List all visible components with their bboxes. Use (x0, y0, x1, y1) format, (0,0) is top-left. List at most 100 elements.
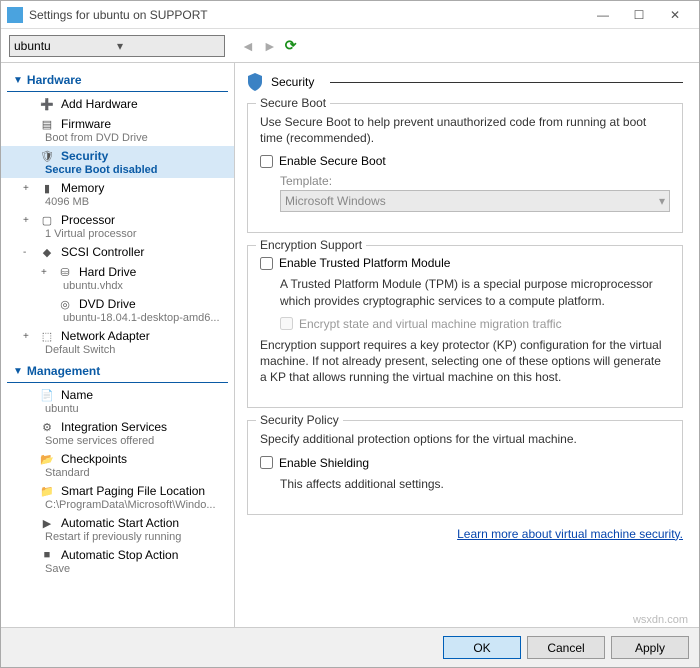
sidebar-item-label: Checkpoints (61, 452, 127, 466)
kp-desc: Encryption support requires a key protec… (260, 337, 670, 386)
sidebar-item-sub: C:\ProgramData\Microsoft\Windo... (23, 499, 230, 511)
refresh-button[interactable]: ⟳ (285, 37, 297, 54)
sidebar-item-automatic-stop-action[interactable]: ■Automatic Stop ActionSave (1, 545, 234, 577)
chevron-down-icon: ▾ (659, 194, 665, 208)
section-title: Security (247, 73, 683, 91)
automatic-stop-action-icon: ■ (39, 547, 55, 563)
shielding-sub: This affects additional settings. (280, 476, 670, 492)
enable-tpm-checkbox[interactable] (260, 257, 273, 270)
template-select: Microsoft Windows ▾ (280, 190, 670, 212)
enable-shielding-checkbox[interactable] (260, 456, 273, 469)
close-button[interactable]: ✕ (657, 1, 693, 29)
hardware-header[interactable]: ▼ Hardware (7, 69, 228, 92)
sidebar-item-dvd-drive[interactable]: ◎DVD Driveubuntu-18.04.1-desktop-amd6... (1, 294, 234, 326)
secure-boot-desc: Use Secure Boot to help prevent unauthor… (260, 114, 670, 146)
sidebar-item-automatic-start-action[interactable]: ▶Automatic Start ActionRestart if previo… (1, 513, 234, 545)
sidebar-item-sub: Restart if previously running (23, 531, 230, 543)
learn-more-link[interactable]: Learn more about virtual machine securit… (247, 527, 683, 541)
maximize-button[interactable]: ☐ (621, 1, 657, 29)
vm-selector[interactable]: ubuntu ▾ (9, 35, 225, 57)
tree-expander-icon[interactable]: - (23, 247, 33, 258)
enable-shielding-label: Enable Shielding (279, 456, 369, 470)
hardware-header-label: Hardware (27, 73, 82, 87)
content-pane: Security Secure Boot Use Secure Boot to … (235, 63, 699, 627)
hard-drive-icon: ⛁ (57, 264, 73, 280)
security-policy-legend: Security Policy (256, 413, 343, 427)
minimize-button[interactable]: — (585, 1, 621, 29)
sidebar-item-sub: Standard (23, 467, 230, 479)
titlebar: Settings for ubuntu on SUPPORT — ☐ ✕ (1, 1, 699, 29)
enable-secure-boot-checkbox[interactable] (260, 155, 273, 168)
sidebar-item-label: Firmware (61, 117, 111, 131)
sidebar-item-firmware[interactable]: ▤FirmwareBoot from DVD Drive (1, 114, 234, 146)
sidebar-item-add-hardware[interactable]: ➕Add Hardware (1, 94, 234, 114)
sidebar-item-sub: Default Switch (23, 344, 230, 356)
sidebar-item-sub: 1 Virtual processor (23, 228, 230, 240)
sidebar-item-label: Integration Services (61, 420, 167, 434)
sidebar-item-label: Memory (61, 181, 104, 195)
sidebar-item-scsi-controller[interactable]: -◆ SCSI Controller (1, 242, 234, 262)
main-body: ▼ Hardware ➕Add Hardware▤FirmwareBoot fr… (1, 63, 699, 627)
sidebar-item-smart-paging-file-location[interactable]: 📁Smart Paging File LocationC:\ProgramDat… (1, 481, 234, 513)
sidebar-item-security[interactable]: 🛡SecuritySecure Boot disabled (1, 146, 234, 178)
sidebar-item-sub: ubuntu-18.04.1-desktop-amd6... (41, 312, 230, 324)
section-title-text: Security (271, 75, 314, 89)
sidebar-item-label: Hard Drive (79, 265, 136, 279)
sidebar-item-label: Processor (61, 213, 115, 227)
apply-button[interactable]: Apply (611, 636, 689, 659)
encryption-group: Encryption Support Enable Trusted Platfo… (247, 245, 683, 408)
sidebar-item-name[interactable]: 📄 Nameubuntu (1, 385, 234, 417)
tree-expander-icon[interactable]: + (41, 267, 51, 278)
sidebar-item-sub: 4096 MB (23, 196, 230, 208)
sidebar-item-sub: Boot from DVD Drive (23, 132, 230, 144)
collapse-icon[interactable]: ▼ (13, 75, 23, 86)
name-icon: 📄 (39, 387, 55, 403)
ok-button[interactable]: OK (443, 636, 521, 659)
smart-paging-file-location-icon: 📁 (39, 483, 55, 499)
vm-selector-value: ubuntu (14, 39, 117, 53)
sidebar-item-integration-services[interactable]: ⚙Integration ServicesSome services offer… (1, 417, 234, 449)
template-label: Template: (280, 174, 670, 188)
encrypt-state-checkbox (280, 317, 293, 330)
sidebar-item-label: Security (61, 149, 108, 163)
cancel-button[interactable]: Cancel (527, 636, 605, 659)
tree-expander-icon[interactable]: + (23, 331, 33, 342)
sidebar-item-checkpoints[interactable]: 📂CheckpointsStandard (1, 449, 234, 481)
app-icon (7, 7, 23, 23)
scsi-controller-icon: ◆ (39, 244, 55, 260)
secure-boot-legend: Secure Boot (256, 96, 330, 110)
encryption-legend: Encryption Support (256, 238, 366, 252)
sidebar-item-processor[interactable]: + ▢ Processor1 Virtual processor (1, 210, 234, 242)
memory-icon: ▮ (39, 180, 55, 196)
chevron-down-icon: ▾ (117, 39, 220, 53)
forward-button[interactable]: ► (263, 38, 277, 54)
sidebar-item-sub: Secure Boot disabled (23, 164, 230, 176)
sidebar-item-sub: ubuntu.vhdx (41, 280, 230, 292)
encrypt-state-label: Encrypt state and virtual machine migrat… (299, 317, 562, 331)
sidebar-item-memory[interactable]: + ▮ Memory4096 MB (1, 178, 234, 210)
divider (330, 82, 683, 83)
sidebar-item-label: Automatic Start Action (61, 516, 179, 530)
security-policy-group: Security Policy Specify additional prote… (247, 420, 683, 514)
network-adapter-icon: ⬚ (39, 328, 55, 344)
sidebar-item-sub: ubuntu (23, 403, 230, 415)
sidebar-item-network-adapter[interactable]: +⬚Network AdapterDefault Switch (1, 326, 234, 358)
footer: OK Cancel Apply (1, 627, 699, 667)
management-header[interactable]: ▼ Management (7, 360, 228, 383)
sidebar-item-label: Name (61, 388, 93, 402)
sidebar-item-label: DVD Drive (79, 297, 136, 311)
tree-expander-icon[interactable]: + (23, 183, 33, 194)
processor-icon: ▢ (39, 212, 55, 228)
shield-icon (247, 73, 263, 91)
toolbar: ubuntu ▾ ◄ ► ⟳ (1, 29, 699, 63)
sidebar-item-hard-drive[interactable]: + ⛁ Hard Driveubuntu.vhdx (1, 262, 234, 294)
sidebar-item-label: SCSI Controller (61, 245, 144, 259)
tree-expander-icon[interactable]: + (23, 215, 33, 226)
nav-buttons: ◄ ► ⟳ (233, 37, 296, 54)
enable-secure-boot-label: Enable Secure Boot (279, 154, 386, 168)
collapse-icon[interactable]: ▼ (13, 366, 23, 377)
add-hardware-icon: ➕ (39, 96, 55, 112)
template-value: Microsoft Windows (285, 194, 386, 208)
sidebar-item-label: Automatic Stop Action (61, 548, 178, 562)
back-button[interactable]: ◄ (241, 38, 255, 54)
